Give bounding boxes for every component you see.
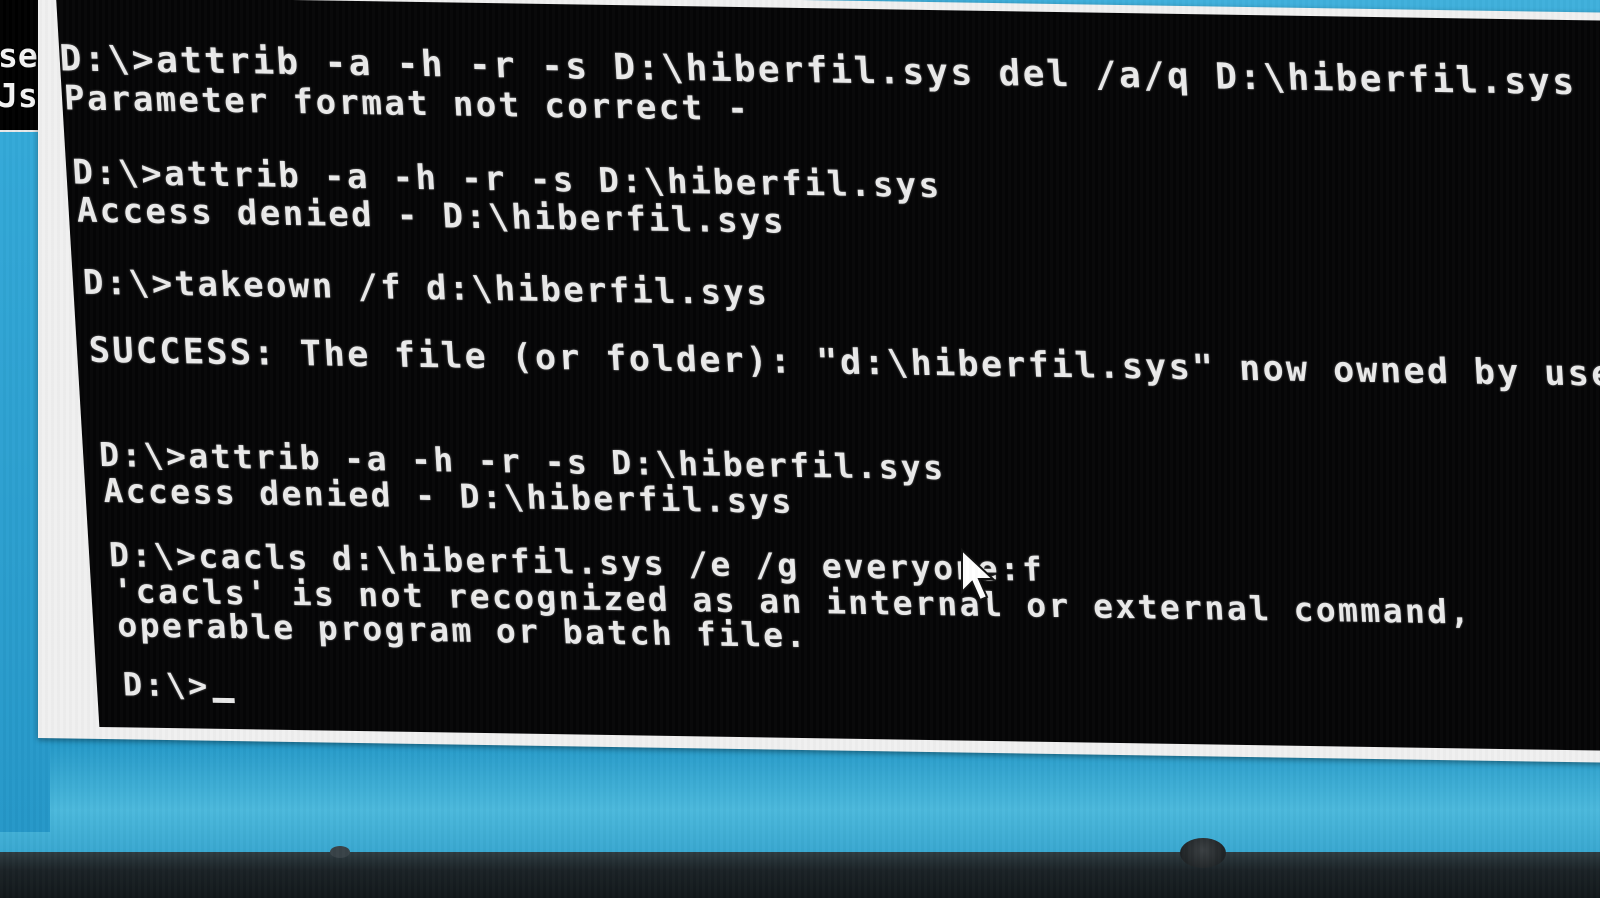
console-prompt-line[interactable]: D:\> bbox=[122, 665, 235, 705]
bezel-reflection bbox=[1180, 838, 1226, 868]
monitor-bezel bbox=[0, 838, 1600, 898]
mouse-pointer-icon bbox=[961, 548, 996, 602]
bezel-mark bbox=[330, 846, 350, 858]
console-line: SUCCESS: The file (or folder): "d:\hiber… bbox=[87, 330, 1600, 396]
text-cursor bbox=[212, 697, 235, 704]
console-output-area[interactable]: D:\>attrib -a -h -r -s D:\hiberfil.sys d… bbox=[56, 0, 1600, 753]
console-line: D:\>takeown /f d:\hiberfil.sys bbox=[81, 262, 771, 314]
photo-of-monitor: se Jse D:\>attrib -a -h -r -s D:\hiberfi… bbox=[0, 0, 1600, 898]
console-lines: D:\>attrib -a -h -r -s D:\hiberfil.sys d… bbox=[56, 0, 1600, 752]
command-prompt-window[interactable]: D:\>attrib -a -h -r -s D:\hiberfil.sys d… bbox=[38, 0, 1600, 764]
console-prompt: D:\> bbox=[121, 665, 211, 705]
